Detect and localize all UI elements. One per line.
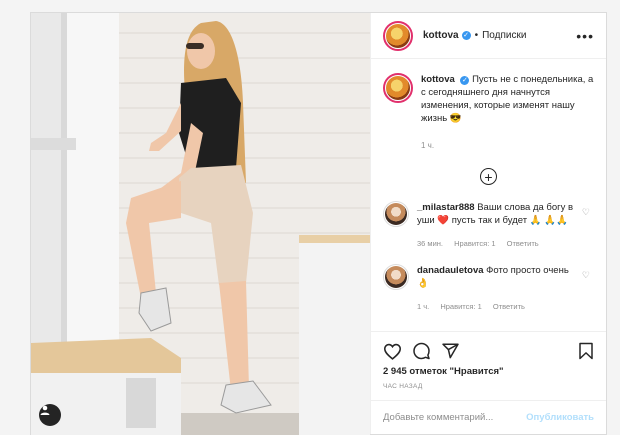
comment-reply-button[interactable]: Ответить — [493, 302, 525, 311]
more-options-icon[interactable]: ••• — [576, 28, 594, 44]
comment-reply-button[interactable]: Ответить — [507, 239, 539, 248]
post-timestamp[interactable]: ЧАС НАЗАД — [383, 383, 594, 390]
caption-time: 1 ч. — [421, 141, 435, 150]
publish-button[interactable]: Опубликовать — [526, 412, 594, 423]
plus-circle-icon: + — [480, 168, 497, 185]
author-avatar[interactable] — [383, 20, 413, 51]
photo-illustration — [31, 13, 370, 435]
user-tag-icon[interactable] — [39, 404, 61, 426]
comment-icon[interactable] — [412, 342, 431, 360]
post-caption: kottova ✓ Пусть не с понедельника, а с с… — [383, 73, 594, 152]
caption-username[interactable]: kottova — [421, 74, 455, 85]
comment-like-heart-icon[interactable]: ♡ — [582, 269, 590, 282]
comment-likes-button[interactable]: Нравится: 1 — [454, 239, 495, 248]
add-comment-bar: Добавьте комментарий... Опубликовать — [371, 400, 606, 434]
separator-dot: • — [474, 30, 479, 41]
post-actions: 2 945 отметок "Нравится" ЧАС НАЗАД — [371, 331, 606, 400]
post-side-panel: kottova ✓ • Подписки ••• kottova ✓ Пусть… — [370, 13, 606, 434]
comment-time: 1 ч. — [417, 302, 430, 311]
likes-count[interactable]: 2 945 отметок "Нравится" — [383, 366, 594, 377]
commenter-avatar[interactable] — [383, 264, 409, 290]
comment-likes-button[interactable]: Нравится: 1 — [440, 302, 481, 311]
instagram-post: kottova ✓ • Подписки ••• kottova ✓ Пусть… — [30, 12, 607, 435]
author-username[interactable]: kottova — [423, 30, 459, 41]
comment-input[interactable]: Добавьте комментарий... — [383, 412, 493, 423]
comment-item: _milastar888 Ваши слова да богу в уши ❤️… — [383, 201, 594, 250]
comments-section[interactable]: kottova ✓ Пусть не с понедельника, а с с… — [371, 59, 606, 331]
comment-item: danadauletova Фото просто очень👌 1 ч. Нр… — [383, 264, 594, 313]
caption-avatar[interactable] — [383, 73, 413, 103]
commenter-avatar[interactable] — [383, 201, 409, 227]
post-photo[interactable] — [31, 13, 370, 435]
share-icon[interactable] — [441, 342, 460, 360]
load-more-comments-button[interactable]: + — [383, 168, 594, 185]
verified-badge-icon: ✓ — [461, 31, 471, 40]
post-header: kottova ✓ • Подписки ••• — [371, 13, 606, 59]
commenter-username[interactable]: danadauletova — [417, 265, 484, 276]
bookmark-icon[interactable] — [578, 342, 594, 360]
heart-icon[interactable] — [383, 343, 402, 360]
commenter-username[interactable]: _milastar888 — [417, 202, 475, 213]
following-button[interactable]: Подписки — [482, 30, 526, 41]
comment-like-heart-icon[interactable]: ♡ — [582, 206, 590, 219]
comment-time: 36 мин. — [417, 239, 443, 248]
verified-badge-icon: ✓ — [460, 76, 470, 85]
